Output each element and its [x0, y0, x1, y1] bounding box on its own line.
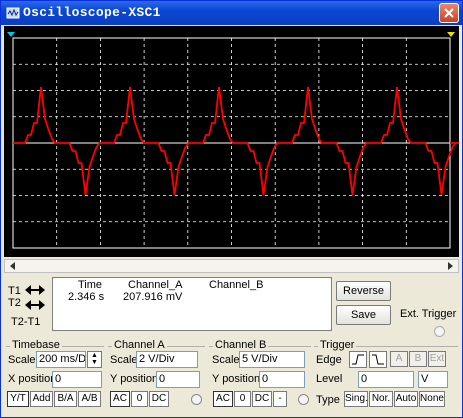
falling-edge-button[interactable]: [369, 351, 387, 368]
trigger-group: Trigger: [314, 339, 458, 351]
channel-b-y-position-label: Y position: [212, 373, 261, 385]
timebase-scale-label: Scale: [8, 354, 36, 366]
channel-b-terminal[interactable]: [298, 394, 309, 405]
trigger-type-label: Type: [316, 394, 340, 406]
t1-label: T1: [8, 285, 21, 297]
channel-b-coupling-button-1[interactable]: 0: [234, 391, 251, 407]
time-value: 2.346 s: [68, 291, 105, 303]
scroll-right-icon[interactable]: [444, 261, 456, 271]
trigger-title: Trigger: [318, 339, 357, 351]
rising-edge-icon: [352, 354, 364, 365]
x-position-field[interactable]: 0: [52, 371, 102, 388]
trigger-level-field[interactable]: 0: [358, 371, 414, 388]
t2-move-arrows[interactable]: [24, 299, 46, 311]
t2-label: T2: [8, 297, 21, 309]
trigger-source-button-0[interactable]: A: [390, 351, 408, 367]
timebase-mode-button-2[interactable]: B/A: [54, 391, 77, 407]
oscilloscope-screen[interactable]: [4, 26, 459, 257]
trigger-type-button-0[interactable]: Sing.: [344, 391, 368, 407]
time-scrollbar[interactable]: [4, 259, 459, 273]
timebase-scale-field[interactable]: 200 ms/Div: [36, 351, 86, 368]
cursor-readout-panel: Time Channel_A Channel_B 2.346 s 207.916…: [52, 277, 332, 331]
channel-b-coupling-button-2[interactable]: DC: [252, 391, 272, 407]
channel-b-coupling-button-3[interactable]: -: [273, 391, 287, 407]
channel-a-header: Channel_A: [128, 279, 183, 291]
channel-b-coupling-button-0[interactable]: AC: [213, 391, 233, 407]
timebase-group: Timebase: [6, 339, 104, 351]
t2-t1-label: T2-T1: [11, 316, 41, 328]
scroll-left-icon[interactable]: [7, 261, 19, 271]
timebase-mode-button-0[interactable]: Y/T: [7, 391, 29, 407]
ext-trigger-terminal[interactable]: [434, 326, 445, 337]
title-bar[interactable]: Oscilloscope-XSC1: [1, 1, 462, 25]
oscilloscope-window: Oscilloscope-XSC1 T1 T2 T2-T1 Time Chann…: [0, 0, 463, 418]
timebase-scale-spinner[interactable]: ▲ ▼: [87, 351, 102, 368]
oscilloscope-app-icon: [6, 7, 20, 19]
trigger-source-button-1[interactable]: B: [409, 351, 427, 367]
channel-b-scale-label: Scale: [212, 354, 240, 366]
channel-a-coupling-button-1[interactable]: 0: [131, 391, 148, 407]
trigger-type-button-1[interactable]: Nor.: [369, 391, 393, 407]
channel-b-header: Channel_B: [209, 279, 264, 291]
channel-b-group: Channel B: [209, 339, 311, 351]
channel-a-terminal[interactable]: [191, 394, 202, 405]
channel-a-value: 207.916 mV: [123, 291, 183, 303]
t1-move-arrows[interactable]: [24, 284, 46, 296]
channel-a-y-position-field[interactable]: 0: [156, 371, 200, 388]
timebase-mode-button-1[interactable]: Add: [30, 391, 53, 407]
window-title: Oscilloscope-XSC1: [23, 5, 161, 20]
close-icon: [444, 8, 454, 18]
channel-a-coupling-button-2[interactable]: DC: [149, 391, 169, 407]
x-position-label: X position: [8, 373, 57, 385]
rising-edge-button[interactable]: [349, 351, 367, 368]
falling-edge-icon: [372, 354, 384, 365]
save-button[interactable]: Save: [336, 305, 391, 325]
channel-a-coupling-button-0[interactable]: AC: [110, 391, 130, 407]
channel-a-scale-field[interactable]: 2 V/Div: [136, 351, 198, 368]
ext-trigger-label: Ext. Trigger: [400, 308, 457, 320]
trigger-type-button-2[interactable]: Auto: [394, 391, 418, 407]
time-header: Time: [78, 279, 103, 291]
trigger-edge-label: Edge: [316, 354, 342, 366]
channel-a-group: Channel A: [108, 339, 205, 351]
trigger-type-button-3[interactable]: None: [419, 391, 445, 407]
timebase-title: Timebase: [10, 339, 62, 351]
trigger-level-label: Level: [316, 373, 343, 385]
trigger-source-button-2[interactable]: Ext: [428, 351, 446, 367]
channel-a-y-position-label: Y position: [110, 373, 159, 385]
timebase-mode-button-3[interactable]: A/B: [78, 391, 101, 407]
channel-b-title: Channel B: [213, 339, 269, 351]
channel-a-title: Channel A: [112, 339, 167, 351]
close-button[interactable]: [439, 3, 459, 23]
trigger-level-unit[interactable]: V: [418, 371, 448, 388]
channel-b-scale-field[interactable]: 5 V/Div: [239, 351, 305, 368]
reverse-button[interactable]: Reverse: [336, 281, 391, 301]
channel-b-y-position-field[interactable]: 0: [259, 371, 305, 388]
channel-a-scale-label: Scale: [110, 354, 138, 366]
